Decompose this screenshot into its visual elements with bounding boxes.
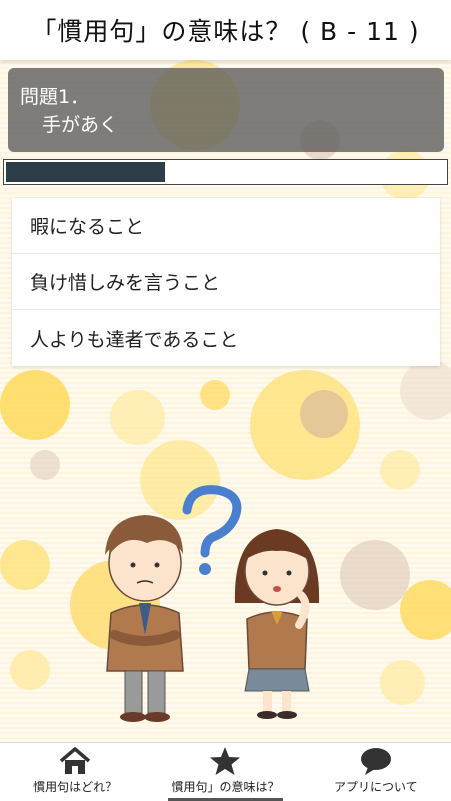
- nav-which-idiom[interactable]: 慣用句はどれ？: [0, 743, 150, 801]
- students-thinking-illustration: [105, 485, 320, 722]
- nav-label-about-app: アプリについて: [333, 780, 418, 794]
- nav-label-idiom-meaning: 慣用句」の意味は？: [171, 780, 280, 794]
- home-icon: [60, 747, 91, 774]
- nav-about-app[interactable]: アプリについて: [301, 743, 451, 801]
- bottom-navigation: 慣用句はどれ？ 慣用句」の意味は？ アプリについて: [0, 742, 451, 801]
- page-title: 「慣用句」の意味は？ ( B - 11 ): [0, 0, 451, 60]
- question-number: 問題1．: [20, 86, 90, 108]
- choice-option-3[interactable]: 人よりも達者であること: [12, 310, 440, 366]
- nav-label-which-idiom: 慣用句はどれ？: [33, 780, 118, 794]
- choice-list: 暇になること 負け惜しみを言うこと 人よりも達者であること: [12, 198, 440, 366]
- progress-fill: [6, 162, 166, 182]
- star-icon: [210, 747, 241, 775]
- nav-idiom-meaning[interactable]: 慣用句」の意味は？: [150, 743, 300, 801]
- question-text: 手があく: [42, 114, 119, 136]
- question-box: 問題1． 手があく: [8, 68, 444, 152]
- choice-option-2[interactable]: 負け惜しみを言うこと: [12, 254, 440, 310]
- progress-bar: [3, 159, 448, 185]
- speech-bubble-icon: [360, 748, 391, 775]
- choice-option-1[interactable]: 暇になること: [12, 198, 440, 254]
